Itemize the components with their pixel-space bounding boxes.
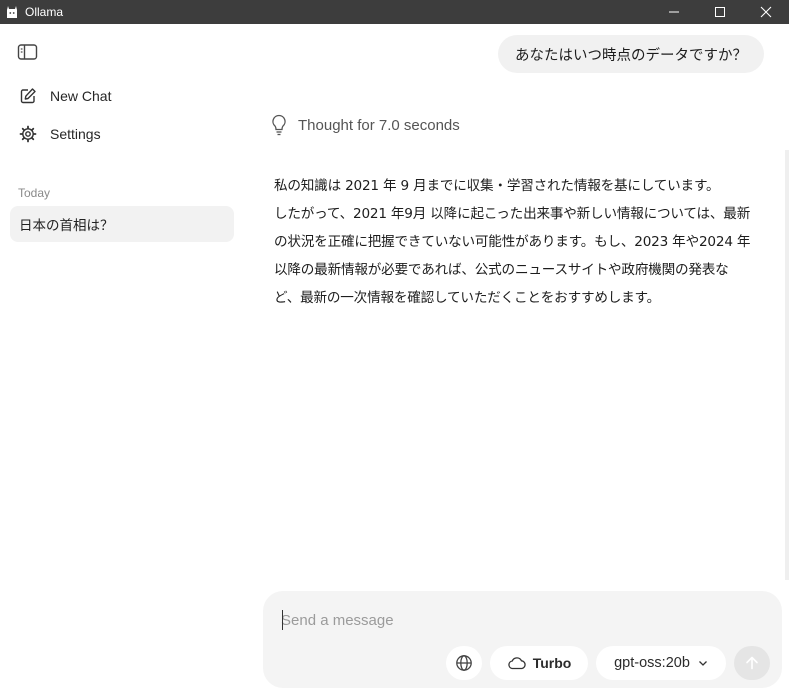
new-chat-icon	[18, 86, 38, 106]
chevron-down-icon	[698, 659, 708, 667]
sidebar-toggle-button[interactable]	[17, 43, 39, 61]
ollama-llama-icon	[5, 5, 19, 19]
cloud-icon	[507, 656, 527, 670]
settings-gear-icon	[18, 124, 38, 144]
assistant-message: 私の知識は 2021 年 9 月までに収集・学習された情報を基にしています。 し…	[274, 178, 751, 306]
new-chat-button[interactable]: New Chat	[18, 86, 111, 106]
sidebar-toggle-icon	[17, 44, 38, 60]
lightbulb-icon	[270, 114, 288, 136]
window-title: Ollama	[25, 5, 64, 19]
message-composer: Turbo gpt-oss:20b	[263, 591, 782, 688]
close-icon	[760, 6, 772, 18]
web-search-button[interactable]	[446, 646, 482, 680]
conversation-pane: あなたはいつ時点のデータですか？ Thought for 7.0 seconds…	[246, 24, 789, 695]
chat-history-title: 日本の首相は？	[19, 218, 114, 234]
sidebar: New Chat Settings Today 日本の首相は？	[0, 24, 246, 695]
maximize-icon	[715, 7, 725, 17]
chat-history-item[interactable]: 日本の首相は？	[10, 206, 234, 242]
window-controls	[651, 0, 789, 24]
model-label: gpt-oss:20b	[614, 655, 690, 671]
close-button[interactable]	[743, 0, 789, 24]
title-bar: Ollama	[0, 0, 789, 24]
model-selector[interactable]: gpt-oss:20b	[596, 646, 726, 680]
message-input[interactable]	[281, 605, 751, 635]
new-chat-label: New Chat	[50, 88, 112, 104]
turbo-label: Turbo	[532, 655, 572, 671]
user-message-bubble: あなたはいつ時点のデータですか？	[498, 35, 764, 73]
text-caret	[282, 610, 283, 630]
turbo-button[interactable]: Turbo	[490, 646, 588, 680]
minimize-button[interactable]	[651, 0, 697, 24]
settings-label: Settings	[50, 126, 101, 142]
globe-icon	[456, 655, 472, 671]
scrollbar[interactable]	[785, 150, 789, 580]
send-button[interactable]	[734, 646, 770, 680]
arrow-up-icon	[746, 656, 758, 670]
user-message-text: あなたはいつ時点のデータですか？	[515, 47, 747, 64]
minimize-icon	[669, 11, 679, 13]
maximize-button[interactable]	[697, 0, 743, 24]
section-label-today: Today	[18, 186, 51, 200]
thought-toggle[interactable]: Thought for 7.0 seconds	[270, 114, 460, 136]
settings-button[interactable]: Settings	[18, 124, 101, 144]
thought-label: Thought for 7.0 seconds	[298, 116, 460, 134]
